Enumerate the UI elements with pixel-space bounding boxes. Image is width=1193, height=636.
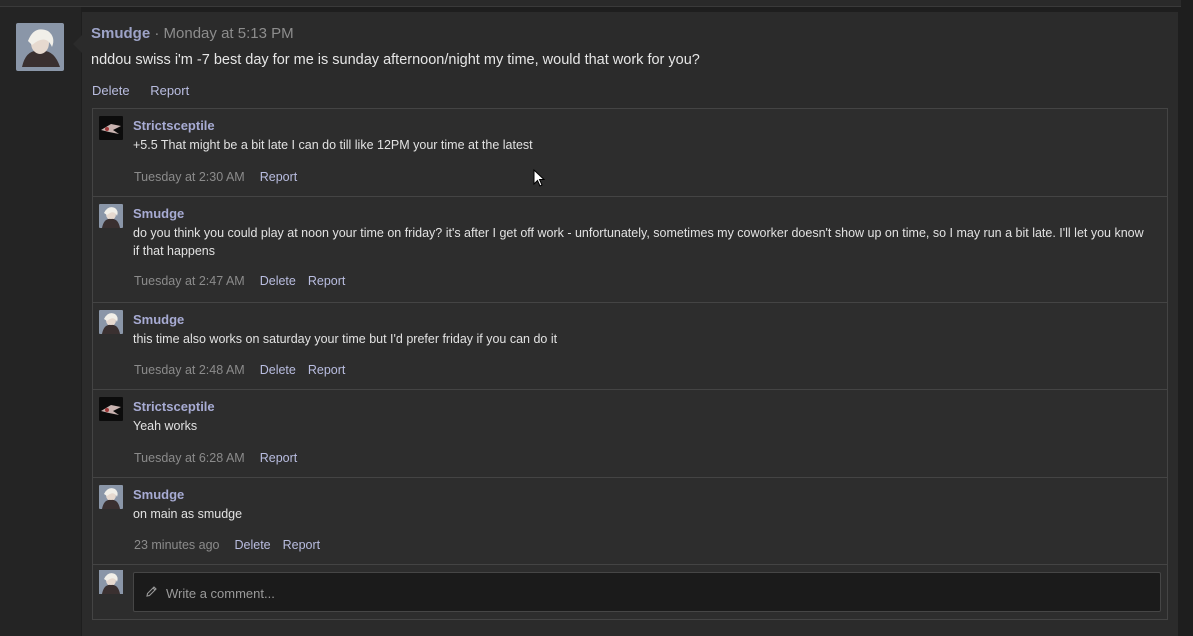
report-link[interactable]: Report <box>260 170 298 184</box>
mouse-cursor-icon <box>533 168 546 193</box>
composer-avatar <box>99 570 123 594</box>
comment-author[interactable]: Strictsceptile <box>133 399 215 414</box>
comment-text: do you think you could play at noon your… <box>133 226 1144 258</box>
avatar-smudge[interactable] <box>16 23 64 71</box>
comment-text: on main as smudge <box>133 507 243 521</box>
delete-link[interactable]: Delete <box>260 274 296 288</box>
avatar-strictsceptile[interactable] <box>99 397 123 421</box>
avatar-smudge[interactable] <box>99 310 123 334</box>
comment-actions: Tuesday at 6:28 AM Report <box>134 451 309 465</box>
left-gutter <box>0 7 81 636</box>
post-author[interactable]: Smudge <box>91 25 150 42</box>
comment-actions: Tuesday at 2:48 AM Delete Report <box>134 363 357 377</box>
post-header: Smudge · Monday at 5:13 PM <box>91 25 294 42</box>
report-link[interactable]: Report <box>308 274 346 288</box>
comment-time[interactable]: Tuesday at 2:30 AM <box>134 170 245 184</box>
comment-input[interactable] <box>164 573 1148 613</box>
comment-text: +5.5 That might be a bit late I can do t… <box>133 138 533 152</box>
comment-1: Strictsceptile +5.5 That might be a bit … <box>93 109 1167 197</box>
comment-time[interactable]: Tuesday at 6:28 AM <box>134 451 245 465</box>
report-link[interactable]: Report <box>260 451 298 465</box>
comment-actions: Tuesday at 2:47 AM Delete Report <box>134 274 357 288</box>
comment-thread: Strictsceptile +5.5 That might be a bit … <box>92 108 1168 620</box>
comment-composer[interactable] <box>133 572 1161 613</box>
comment-actions: Tuesday at 2:30 AM Report <box>134 170 309 184</box>
comment-5: Smudge on main as smudge 23 minutes ago D… <box>93 478 1167 565</box>
delete-post-link[interactable]: Delete <box>92 83 130 98</box>
comment-actions: 23 minutes ago Delete Report <box>134 538 332 552</box>
avatar-smudge[interactable] <box>99 204 123 228</box>
avatar-smudge[interactable] <box>99 485 123 509</box>
comment-author[interactable]: Smudge <box>133 312 184 327</box>
top-strip <box>0 0 1181 7</box>
avatar-strictsceptile[interactable] <box>99 116 123 140</box>
delete-link[interactable]: Delete <box>234 538 270 552</box>
comment-time[interactable]: Tuesday at 2:47 AM <box>134 274 245 288</box>
report-link[interactable]: Report <box>283 538 321 552</box>
comment-4: Strictsceptile Yeah works Tuesday at 6:2… <box>93 390 1167 478</box>
comment-author[interactable]: Smudge <box>133 487 184 502</box>
report-post-link[interactable]: Report <box>150 83 189 98</box>
comment-author[interactable]: Smudge <box>133 206 184 221</box>
pencil-icon <box>145 585 158 603</box>
comment-time[interactable]: 23 minutes ago <box>134 538 219 552</box>
comment-author[interactable]: Strictsceptile <box>133 118 215 133</box>
comment-text: this time also works on saturday your ti… <box>133 332 558 346</box>
report-link[interactable]: Report <box>308 363 346 377</box>
post-actions: Delete Report <box>92 83 206 98</box>
post-separator: · <box>150 25 164 42</box>
speech-arrow <box>73 35 82 53</box>
delete-link[interactable]: Delete <box>260 363 296 377</box>
comment-2: Smudge do you think you could play at no… <box>93 197 1167 303</box>
comment-time[interactable]: Tuesday at 2:48 AM <box>134 363 245 377</box>
comment-3: Smudge this time also works on saturday … <box>93 303 1167 390</box>
post-timestamp[interactable]: Monday at 5:13 PM <box>164 25 294 42</box>
comment-text: Yeah works <box>133 419 198 433</box>
post-body: nddou swiss i'm -7 best day for me is su… <box>91 52 700 68</box>
